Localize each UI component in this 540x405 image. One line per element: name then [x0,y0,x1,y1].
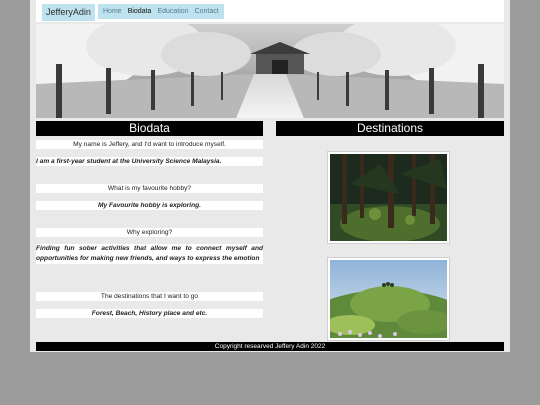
banner-image [36,24,504,118]
hobby-answer: My Favourite hobby is exploring. [36,201,263,210]
navbar: JefferyAdin Home Biodata Education Conta… [36,0,504,22]
why-answer: Finding fun sober activities that allow … [36,244,263,264]
nav-links: Home Biodata Education Contact [98,4,224,19]
hobby-question: What is my favourite hobby? [36,184,263,193]
destinations-title: Destinations [276,121,504,136]
destinations-answer: Forest, Beach, History place and etc. [36,309,263,318]
hobby-answer-text: My Favourite hobby is exploring [98,202,200,209]
nav-link-home[interactable]: Home [103,8,122,15]
biodata-title: Biodata [36,121,263,136]
forest-photo [330,154,447,242]
page-container: JefferyAdin Home Biodata Education Conta… [30,0,510,352]
why-question: Why exploring? [36,228,263,237]
brand-logo[interactable]: JefferyAdin [42,4,95,21]
destinations-question: The destinations that I want to go [36,292,263,301]
student-text: I am a first-year student at the Univers… [36,157,263,166]
forest-image [327,151,450,244]
hill-image [327,257,450,341]
intro-text: My name is Jeffery, and I'd want to intr… [36,140,263,149]
nav-link-biodata[interactable]: Biodata [128,8,152,15]
tree-avenue-photo [36,24,504,118]
nav-link-contact[interactable]: Contact [195,8,219,15]
hill-landscape-photo [328,260,449,340]
footer: Copyright researved Jeffery Adin 2022 [36,342,504,351]
nav-link-education[interactable]: Education [157,8,188,15]
